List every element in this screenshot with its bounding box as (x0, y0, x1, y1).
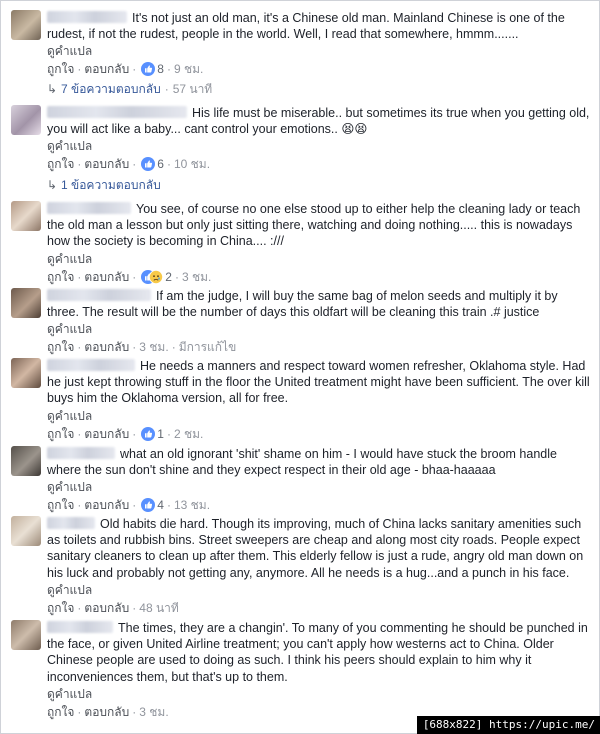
reaction-count[interactable]: 8 (157, 62, 164, 76)
like-sad-icons[interactable] (141, 269, 164, 289)
avatar[interactable] (11, 516, 41, 546)
view-replies-link[interactable]: ↳ 1 ข้อความตอบกลับ (47, 177, 161, 193)
timestamp[interactable]: 48 นาที (139, 601, 179, 615)
like-icon[interactable] (141, 157, 156, 176)
reply-button[interactable]: ตอบกลับ (84, 340, 129, 354)
see-translation-link[interactable]: ดูคำแปล (47, 251, 591, 268)
see-translation-link[interactable]: ดูคำแปล (47, 479, 591, 496)
like-icon[interactable] (141, 426, 156, 446)
upic-watermark: [688x822] https://upic.me/ (416, 716, 600, 734)
timestamp[interactable]: 2 ชม. (174, 427, 203, 441)
avatar[interactable] (11, 620, 41, 650)
reply-button[interactable]: ตอบกลับ (84, 62, 129, 76)
comment-text: His life must be miserable.. but sometim… (47, 106, 590, 137)
reaction-count[interactable]: 2 (165, 270, 172, 284)
reaction-count[interactable]: 4 (157, 498, 164, 512)
commenter-name[interactable] (47, 517, 95, 529)
avatar[interactable] (11, 10, 41, 40)
see-translation-link[interactable]: ดูคำแปล (47, 321, 591, 338)
see-translation-link[interactable]: ดูคำแปล (47, 138, 591, 155)
tired-face-emoji: 😫😫 (341, 121, 368, 137)
timestamp[interactable]: 13 ชม. (174, 498, 210, 512)
reply-button[interactable]: ตอบกลับ (84, 601, 129, 615)
reply-arrow-icon: ↳ (47, 178, 58, 192)
comment-actions: ถูกใจ · ตอบกลับ · 48 นาที (47, 600, 179, 615)
reaction-count[interactable]: 6 (157, 157, 164, 171)
like-button[interactable]: ถูกใจ (47, 62, 74, 76)
comment-actions: ถูกใจ · ตอบกลับ · 6 · 10 ชม. (47, 155, 591, 176)
commenter-name[interactable] (47, 202, 131, 214)
like-icon[interactable] (141, 62, 156, 81)
comment-text: It's not just an old man, it's a Chinese… (47, 11, 565, 42)
comment-actions: ถูกใจ · ตอบกลับ · 3 ชม. · มีการแก้ไข (47, 340, 237, 355)
like-button[interactable]: ถูกใจ (47, 601, 74, 615)
edited-label[interactable]: มีการแก้ไข (179, 340, 237, 354)
comment-actions: ถูกใจ · ตอบกลับ · 4 · 13 ชม. (47, 496, 591, 517)
reply-button[interactable]: ตอบกลับ (84, 498, 129, 512)
comment-text: He needs a manners and respect toward wo… (47, 359, 590, 406)
see-translation-link[interactable]: ดูคำแปล (47, 408, 591, 425)
comment-text: You see, of course no one else stood up … (47, 202, 581, 249)
reply-button[interactable]: ตอบกลับ (84, 270, 129, 284)
commenter-name[interactable] (47, 289, 151, 301)
reaction-count[interactable]: 1 (157, 427, 164, 441)
timestamp[interactable]: 3 ชม. (139, 340, 168, 354)
avatar[interactable] (11, 288, 41, 318)
like-button[interactable]: ถูกใจ (47, 427, 74, 441)
avatar[interactable] (11, 446, 41, 476)
like-button[interactable]: ถูกใจ (47, 498, 74, 512)
see-translation-link[interactable]: ดูคำแปล (47, 43, 591, 60)
like-icon[interactable] (141, 498, 156, 517)
avatar[interactable] (11, 201, 41, 231)
see-translation-link[interactable]: ดูคำแปล (47, 582, 591, 599)
comment-actions: ถูกใจ · ตอบกลับ · 8 · 9 ชม. (47, 60, 591, 81)
reply-button[interactable]: ตอบกลับ (84, 157, 129, 171)
comment-text: Old habits die hard. Though its improvin… (47, 517, 584, 580)
avatar[interactable] (11, 105, 41, 135)
like-button[interactable]: ถูกใจ (47, 705, 74, 719)
comment-text: If am the judge, I will buy the same bag… (47, 289, 558, 320)
timestamp[interactable]: 9 ชม. (174, 62, 203, 76)
timestamp[interactable]: 10 ชม. (174, 157, 210, 171)
timestamp[interactable]: 3 ชม. (139, 705, 168, 719)
like-button[interactable]: ถูกใจ (47, 157, 74, 171)
commenter-name[interactable] (47, 621, 113, 633)
comment-actions: ถูกใจ · ตอบกลับ · 2 · 3 ชม. (47, 268, 591, 289)
like-button[interactable]: ถูกใจ (47, 340, 74, 354)
comments-panel: It's not just an old man, it's a Chinese… (0, 0, 600, 734)
commenter-name[interactable] (47, 447, 115, 459)
commenter-name[interactable] (47, 11, 127, 23)
comment-actions: ถูกใจ · ตอบกลับ · 1 · 2 ชม. (47, 425, 591, 446)
commenter-name[interactable] (47, 359, 135, 371)
reply-button[interactable]: ตอบกลับ (84, 705, 129, 719)
reply-button[interactable]: ตอบกลับ (84, 427, 129, 441)
timestamp[interactable]: 3 ชม. (182, 270, 211, 284)
comment-text: The times, they are a changin'. To many … (47, 621, 588, 684)
avatar[interactable] (11, 358, 41, 388)
view-replies-link[interactable]: ↳ 7 ข้อความตอบกลับ · 57 นาที (47, 81, 212, 97)
comment-text: what an old ignorant 'shit' shame on him… (47, 447, 557, 478)
commenter-name[interactable] (47, 106, 187, 118)
like-button[interactable]: ถูกใจ (47, 270, 74, 284)
reply-arrow-icon: ↳ (47, 82, 58, 96)
see-translation-link[interactable]: ดูคำแปล (47, 686, 591, 703)
